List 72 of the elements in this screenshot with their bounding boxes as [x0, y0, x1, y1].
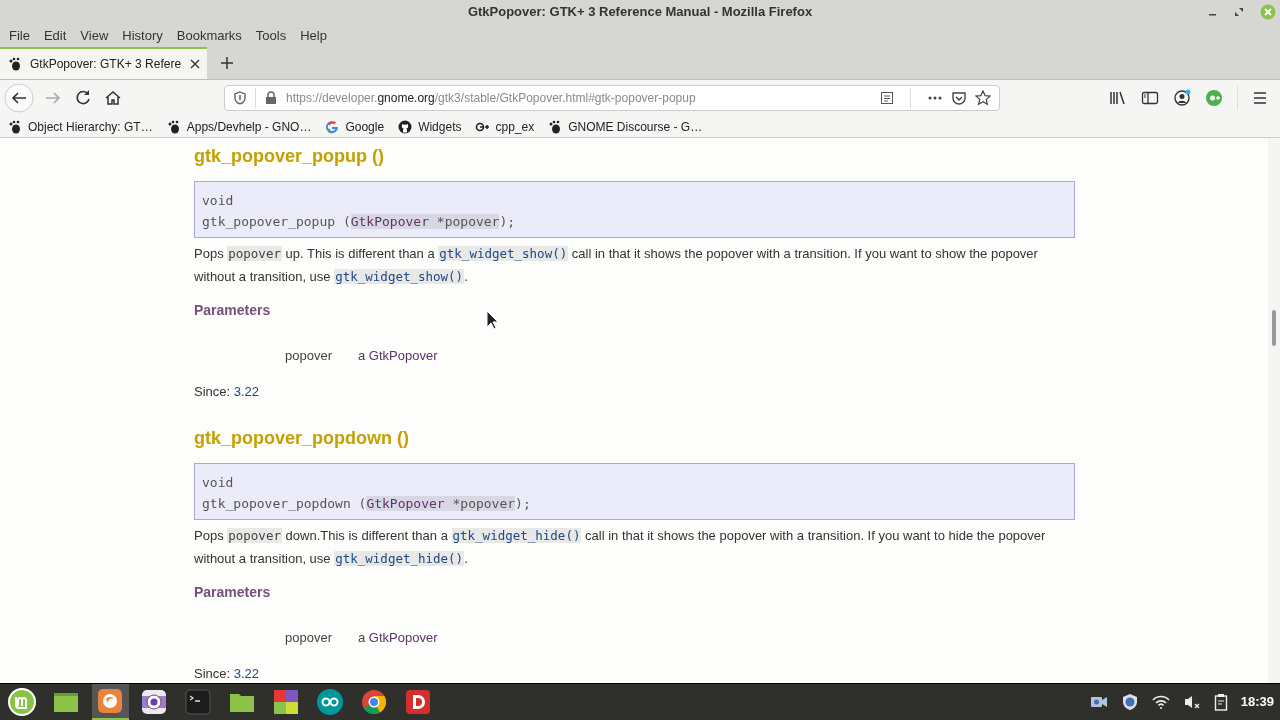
- infinity-icon: [316, 688, 344, 716]
- maximize-icon[interactable]: [1234, 7, 1244, 17]
- bookmark-item[interactable]: Widgets: [398, 117, 462, 136]
- menu-item[interactable]: Bookmarks: [169, 26, 249, 46]
- section-heading: gtk_popover_popup (): [194, 145, 385, 167]
- library-icon[interactable]: [1109, 90, 1127, 106]
- description-text: Pops popover up. This is different than a gtk_widget_show() call in that it shows the popover with a transition. If you want to show the popover without a transition, use gtk_widget_show().: [194, 245, 1039, 286]
- url-text: https://developer.gnome.org/gtk3/stable/GtkPopover.html#gtk-popover-popup: [286, 90, 697, 107]
- lock-icon: [264, 91, 278, 105]
- parameters-heading: Parameters: [194, 301, 271, 320]
- clipboard-icon[interactable]: [1213, 693, 1228, 711]
- chrome-icon: [360, 688, 388, 716]
- shield-icon: [233, 91, 247, 105]
- code-link[interactable]: gtk_widget_hide(): [334, 550, 465, 566]
- cat-silhouette-icon: [398, 119, 413, 134]
- bookmark-item[interactable]: Google: [325, 117, 385, 136]
- clock: 18:39: [1240, 693, 1274, 712]
- parameter-description: a GtkPopover: [358, 347, 438, 365]
- scrollbar-thumb[interactable]: [1272, 310, 1276, 346]
- footprint-icon: [8, 119, 22, 134]
- code-link[interactable]: gtk_widget_show(): [334, 268, 465, 284]
- volume-muted-icon[interactable]: [1182, 694, 1201, 710]
- footprint-icon: [166, 119, 181, 134]
- four-squares-icon: [272, 688, 300, 716]
- wifi-icon[interactable]: [1151, 695, 1170, 709]
- footprint-icon: [8, 57, 22, 71]
- bookmark-item[interactable]: Object Hierarchy: GT…: [8, 117, 153, 136]
- since-text: Since: 3.22: [194, 664, 260, 683]
- menu-icon[interactable]: [1252, 90, 1268, 106]
- code-block: void gtk_popover_popup (GtkPopover *popover);: [194, 181, 1075, 238]
- tab-label: GtkPopover: GTK+ 3 Refere: [30, 56, 182, 73]
- back-icon[interactable]: [4, 83, 34, 113]
- taskbar-button[interactable]: [91, 684, 129, 720]
- parameter-name: popover: [285, 629, 332, 647]
- google-icon: [325, 119, 340, 134]
- menu-item[interactable]: Help: [293, 26, 334, 46]
- sidebar-icon[interactable]: [1141, 90, 1159, 106]
- window-title: GtkPopover: GTK+ 3 Reference Manual - Mozilla Firefox: [467, 3, 813, 22]
- menu-item[interactable]: History: [115, 26, 170, 46]
- pocket-icon[interactable]: [951, 91, 967, 105]
- parameter-name: popover: [285, 347, 332, 365]
- menu-item[interactable]: File: [2, 26, 37, 46]
- d-logo-icon: [404, 688, 432, 716]
- browser-tab[interactable]: GtkPopover: GTK+ 3 Refere: [0, 47, 207, 79]
- parameters-heading: Parameters: [194, 583, 271, 602]
- fox-globe-icon: [96, 687, 124, 715]
- terminal-icon: [184, 688, 212, 716]
- bookmark-item[interactable]: GNOME Discourse - G…: [548, 117, 703, 136]
- footprint-icon: [548, 119, 563, 134]
- menu-item[interactable]: View: [73, 26, 116, 46]
- camera-lens-icon: [140, 688, 168, 716]
- since-text: Since: 3.22: [194, 382, 260, 401]
- mint-logo-icon: [8, 688, 36, 716]
- account-icon[interactable]: [1173, 89, 1191, 107]
- code-link[interactable]: gtk_widget_hide(): [451, 528, 582, 543]
- bookmark-item[interactable]: Apps/Devhelp - GNO…: [166, 117, 312, 136]
- menu-item[interactable]: Tools: [248, 26, 294, 46]
- video-camera-icon[interactable]: [1089, 695, 1108, 709]
- code-link[interactable]: gtk_widget_show(): [438, 246, 569, 261]
- url-field[interactable]: https://developer.gnome.org/gtk3/stable/GtkPopover.html#gtk-popover-popup: [224, 85, 1000, 111]
- reader-view-icon[interactable]: [880, 91, 894, 105]
- code-block: void gtk_popover_popdown (GtkPopover *popover);: [194, 463, 1075, 520]
- shield-icon[interactable]: [1120, 693, 1139, 711]
- close-icon[interactable]: [189, 58, 202, 70]
- bookmark-item[interactable]: cpp_ex: [475, 117, 535, 136]
- menu-item[interactable]: Edit: [36, 26, 74, 46]
- extension-badge-icon[interactable]: [1205, 89, 1223, 107]
- parameter-description: a GtkPopover: [358, 629, 438, 647]
- section-heading: gtk_popover_popdown (): [194, 427, 410, 449]
- description-text: Pops popover down.This is different than a gtk_widget_hide() call in that it shows the popover with a transition. If you want to hide the popover without a transition, use gtk_widget_hide().: [194, 527, 1047, 568]
- mouse-pointer-icon: [486, 310, 500, 330]
- star-icon[interactable]: [975, 90, 991, 106]
